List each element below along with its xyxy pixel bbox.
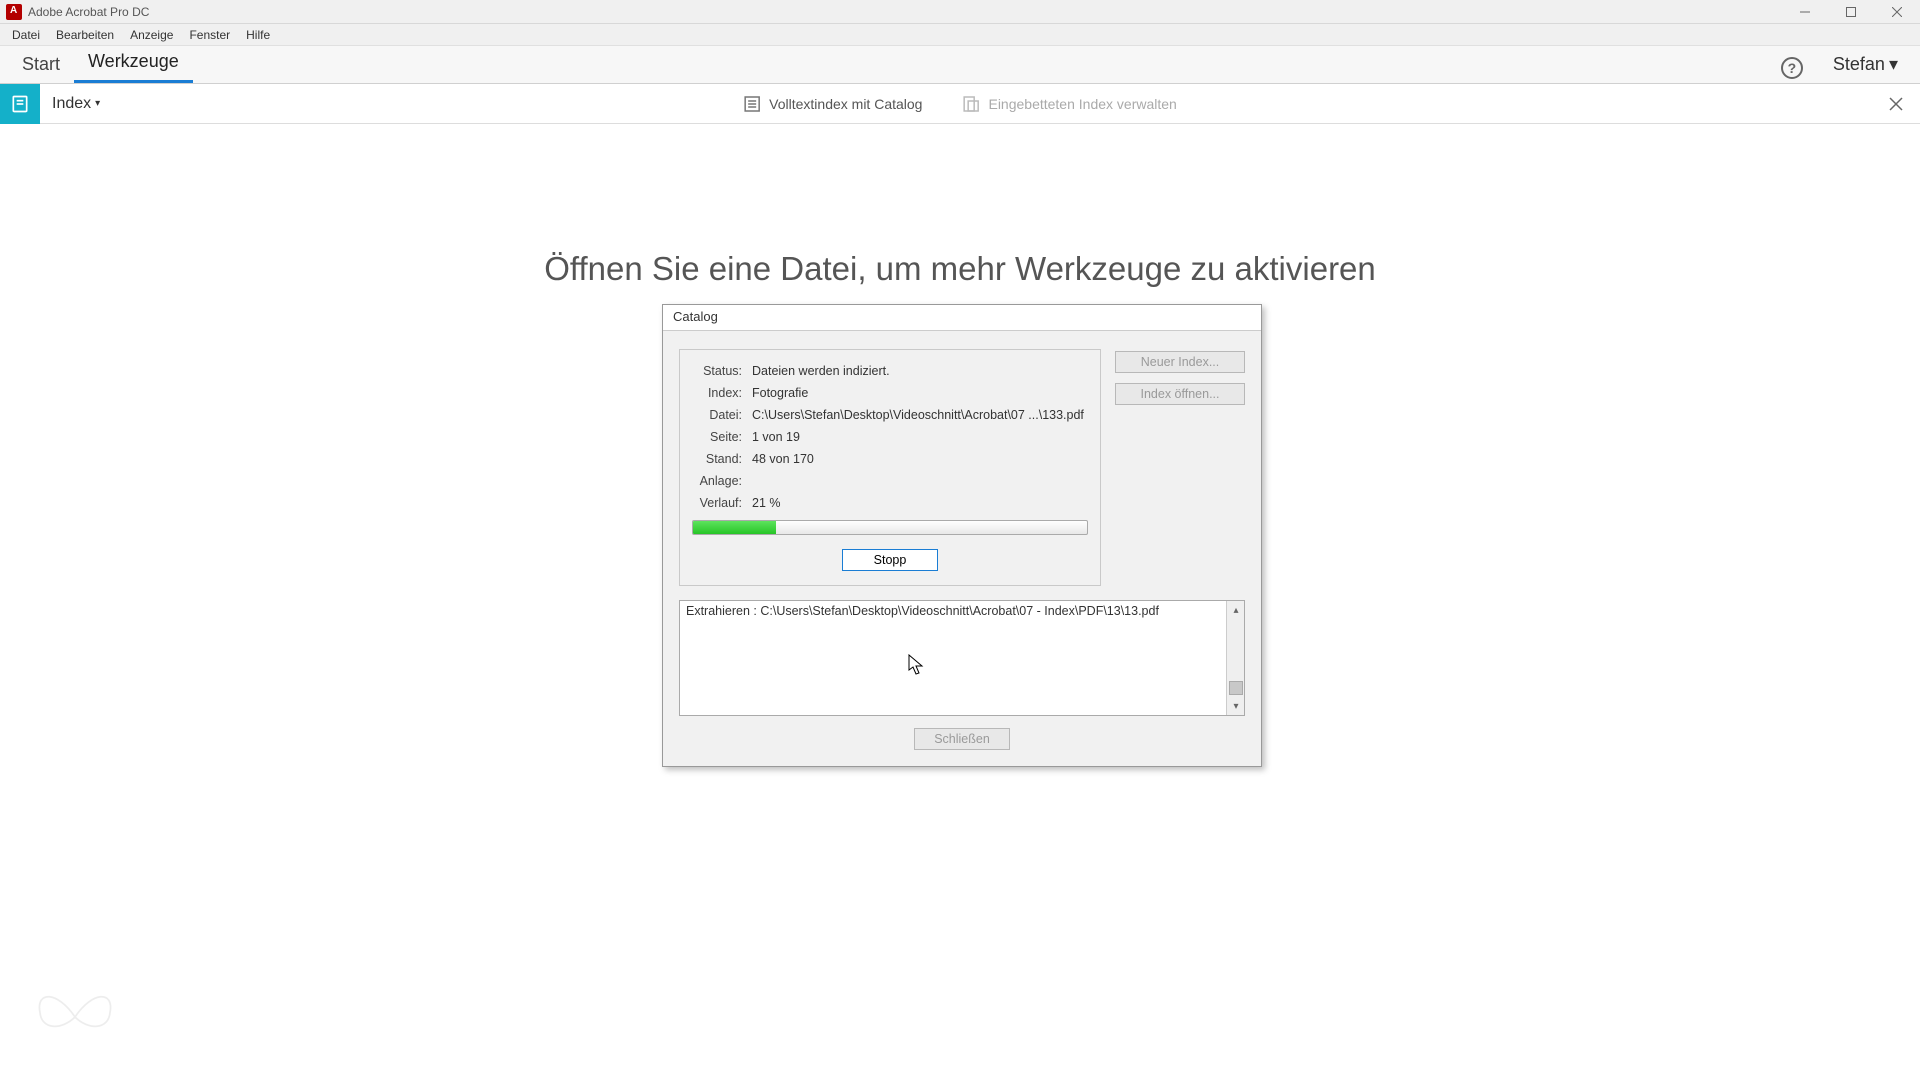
info-panel: Status:Dateien werden indiziert. Index:F… (679, 349, 1101, 586)
minimize-button[interactable] (1782, 0, 1828, 24)
tab-tools[interactable]: Werkzeuge (74, 45, 193, 83)
menu-view[interactable]: Anzeige (122, 26, 181, 44)
value-index: Fotografie (750, 382, 1088, 404)
watermark-icon (30, 982, 120, 1052)
menu-help[interactable]: Hilfe (238, 26, 278, 44)
scroll-down-icon[interactable]: ▾ (1227, 697, 1245, 715)
menu-file[interactable]: Datei (4, 26, 48, 44)
new-index-button: Neuer Index... (1115, 351, 1245, 373)
window-close-button[interactable] (1874, 0, 1920, 24)
log-line: Extrahieren : C:\Users\Stefan\Desktop\Vi… (686, 604, 1224, 618)
user-menu[interactable]: Stefan▾ (1819, 48, 1912, 83)
embedded-index-icon (962, 95, 980, 113)
main-tabs: Start Werkzeuge ? Stefan▾ (0, 46, 1920, 84)
menu-window[interactable]: Fenster (181, 26, 238, 44)
user-label: Stefan (1833, 54, 1885, 75)
close-tool-button[interactable] (1884, 92, 1908, 116)
value-page: 1 von 19 (750, 426, 1088, 448)
action-label: Eingebetteten Index verwalten (988, 96, 1176, 112)
tool-badge-icon (0, 84, 40, 124)
label-page: Seite: (692, 426, 750, 448)
catalog-icon (743, 95, 761, 113)
progress-fill (693, 521, 776, 534)
value-status: Dateien werden indiziert. (750, 360, 1088, 382)
value-anlage (750, 470, 1088, 492)
label-anlage: Anlage: (692, 470, 750, 492)
stage: Öffnen Sie eine Datei, um mehr Werkzeuge… (0, 124, 1920, 1080)
label-index: Index: (692, 382, 750, 404)
scrollbar[interactable]: ▴ ▾ (1226, 601, 1244, 715)
tool-subbar: Index ▾ Volltextindex mit Catalog Eingeb… (0, 84, 1920, 124)
catalog-dialog: Catalog Status:Dateien werden indiziert.… (662, 304, 1262, 767)
action-manage-embedded-index: Eingebetteten Index verwalten (962, 95, 1176, 113)
dialog-title: Catalog (663, 305, 1261, 331)
stop-button[interactable]: Stopp (842, 549, 938, 571)
progress-bar (692, 520, 1088, 535)
value-file: C:\Users\Stefan\Desktop\Videoschnitt\Acr… (750, 404, 1088, 426)
window-title: Adobe Acrobat Pro DC (28, 5, 149, 19)
label-status: Status: (692, 360, 750, 382)
help-icon[interactable]: ? (1777, 53, 1807, 83)
tool-dropdown[interactable]: Index ▾ (40, 95, 108, 113)
label-file: Datei: (692, 404, 750, 426)
chevron-down-icon: ▾ (1889, 54, 1898, 75)
action-label: Volltextindex mit Catalog (769, 96, 922, 112)
open-index-button: Index öffnen... (1115, 383, 1245, 405)
scroll-thumb[interactable] (1229, 681, 1243, 695)
value-verlauf: 21 % (750, 492, 1088, 514)
close-button: Schließen (914, 728, 1010, 750)
label-stand: Stand: (692, 448, 750, 470)
app-icon (6, 4, 22, 20)
label-verlauf: Verlauf: (692, 492, 750, 514)
menu-edit[interactable]: Bearbeiten (48, 26, 122, 44)
maximize-button[interactable] (1828, 0, 1874, 24)
action-fulltext-catalog[interactable]: Volltextindex mit Catalog (743, 95, 922, 113)
menubar: Datei Bearbeiten Anzeige Fenster Hilfe (0, 24, 1920, 46)
scroll-up-icon[interactable]: ▴ (1227, 601, 1245, 619)
tab-start[interactable]: Start (8, 48, 74, 83)
window-titlebar: Adobe Acrobat Pro DC (0, 0, 1920, 24)
chevron-down-icon: ▾ (95, 98, 100, 109)
tool-name-label: Index (52, 95, 91, 113)
stage-heading: Öffnen Sie eine Datei, um mehr Werkzeuge… (544, 250, 1376, 288)
log-textarea[interactable]: Extrahieren : C:\Users\Stefan\Desktop\Vi… (679, 600, 1245, 716)
value-stand: 48 von 170 (750, 448, 1088, 470)
